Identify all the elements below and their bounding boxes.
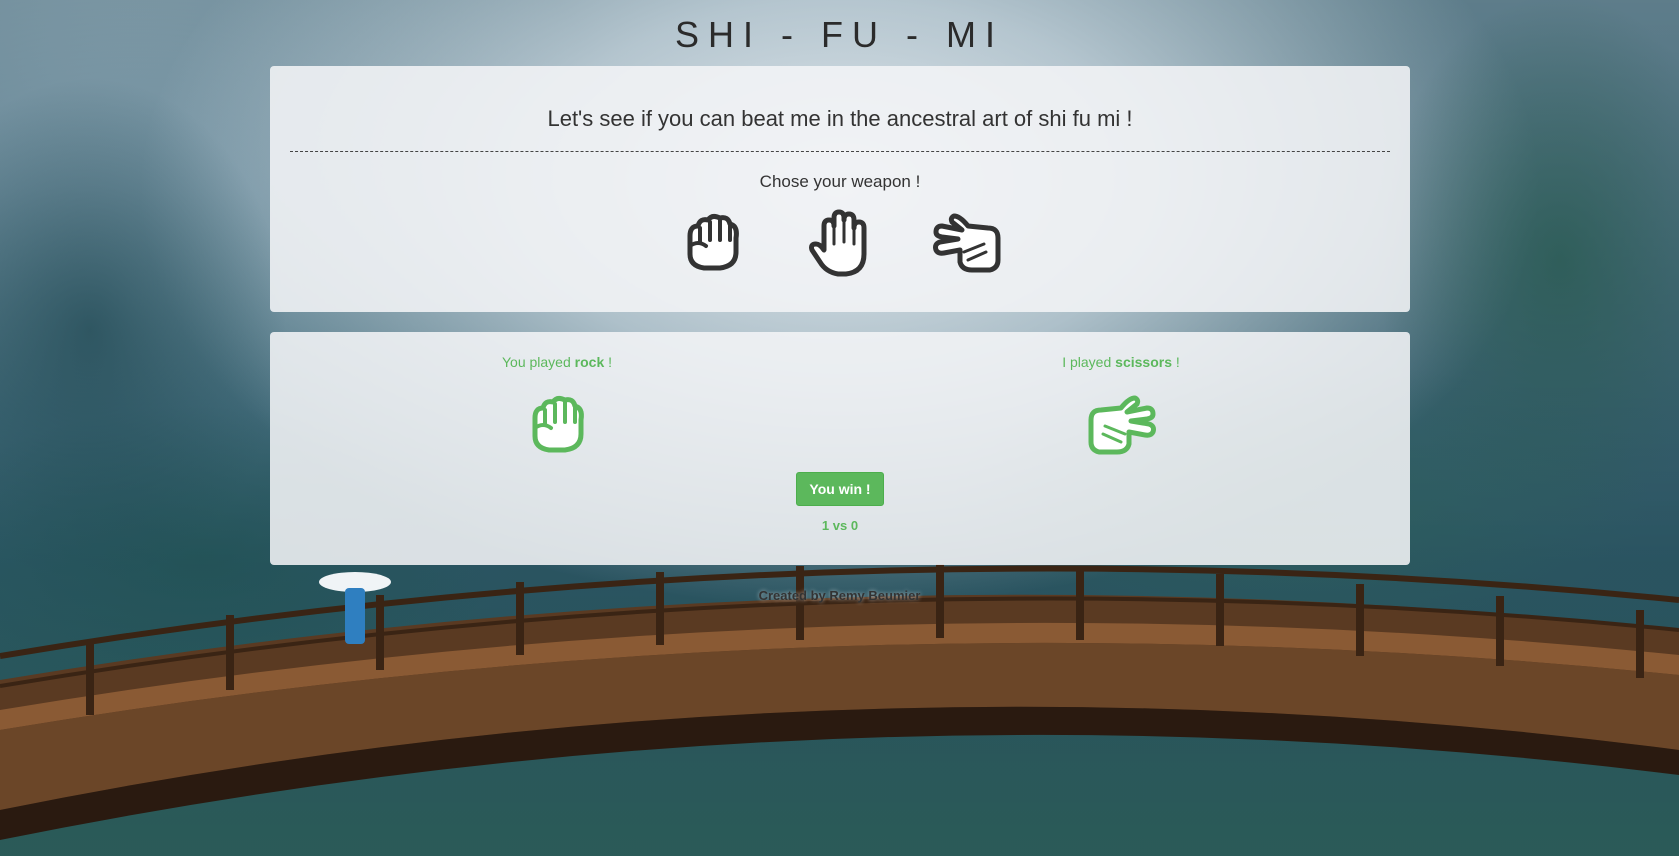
fist-icon [687, 213, 739, 271]
score-text: 1 vs 0 [821, 518, 859, 533]
outcome-badge: You win ! [796, 472, 884, 506]
computer-move-icon [1085, 388, 1157, 460]
computer-move-suffix: ! [1175, 354, 1180, 370]
player-move-prefix: You played [501, 354, 571, 370]
dashed-divider [290, 151, 1390, 152]
computer-move-choice: scissors [1115, 354, 1172, 370]
scissors-button[interactable] [932, 206, 1004, 278]
choose-weapon-label: Chose your weapon ! [759, 172, 921, 191]
computer-move-text: I played scissors ! [1001, 354, 1241, 370]
weapon-buttons [270, 206, 1410, 278]
player-move-suffix: ! [608, 354, 613, 370]
intro-text: Let's see if you can beat me in the ance… [547, 106, 1133, 131]
background-bridge [0, 564, 1679, 840]
result-panel: You played rock ! I played scissors ! Yo… [270, 332, 1410, 565]
page-title: SHI - FU - MI [675, 14, 1004, 55]
footer-credit: Created by Remy Beumier [758, 588, 921, 603]
player-move-text: You played rock ! [437, 354, 677, 370]
computer-move-prefix: I played [1062, 354, 1112, 370]
fist-icon [532, 395, 584, 453]
weapon-selection-panel: Let's see if you can beat me in the ance… [270, 66, 1410, 312]
player-move-choice: rock [574, 354, 605, 370]
open-hand-icon [809, 209, 867, 277]
player-move-icon [521, 388, 593, 460]
paper-button[interactable] [804, 206, 876, 278]
scissors-hand-icon [1088, 395, 1156, 455]
rock-button[interactable] [676, 206, 748, 278]
scissors-hand-icon [933, 213, 1001, 273]
